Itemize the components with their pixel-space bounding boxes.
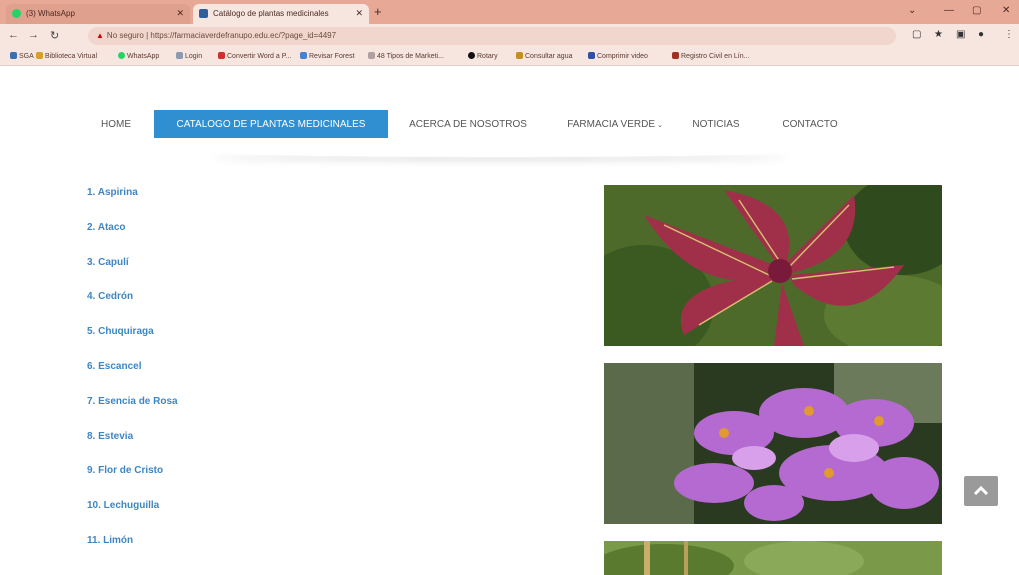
extension-square-icon[interactable]: ▢ bbox=[912, 29, 921, 40]
reload-icon[interactable]: ↻ bbox=[50, 29, 59, 42]
kebab-menu-icon[interactable]: ⋮ bbox=[1004, 29, 1014, 40]
nav-noticias[interactable]: NOTICIAS bbox=[684, 110, 748, 138]
plant-image-orchid bbox=[604, 363, 942, 524]
plant-image-capuli bbox=[604, 541, 942, 575]
site-navigation: HOME CATALOGO DE PLANTAS MEDICINALES ACE… bbox=[0, 66, 1019, 154]
bookmarks-bar: SGA Biblioteca Virtual WhatsApp Login Co… bbox=[0, 48, 1019, 66]
plant-link[interactable]: 4. Cedrón bbox=[87, 291, 178, 326]
security-label: No seguro bbox=[106, 31, 144, 40]
plant-link[interactable]: 3. Capulí bbox=[87, 257, 178, 292]
tab-title: Catálogo de plantas medicinales bbox=[213, 9, 329, 18]
plant-image-ataco bbox=[604, 185, 942, 346]
bookmark-item[interactable]: Biblioteca Virtual bbox=[36, 52, 97, 60]
bookmark-item[interactable]: Registro Civil en Lín... bbox=[672, 52, 749, 60]
close-icon[interactable]: ✕ bbox=[176, 8, 184, 19]
minimize-button[interactable]: — bbox=[944, 5, 954, 16]
address-bar-row: ← → ↻ ▲ No seguro | https://farmaciaverde… bbox=[0, 24, 1019, 48]
tab-search-icon[interactable]: ⌄ bbox=[908, 5, 916, 16]
profile-avatar-icon[interactable]: ● bbox=[978, 29, 984, 40]
warning-icon: ▲ bbox=[96, 31, 104, 40]
close-icon[interactable]: ✕ bbox=[355, 8, 363, 19]
tab-whatsapp[interactable]: (3) WhatsApp ✕ bbox=[6, 4, 190, 24]
close-window-button[interactable]: ✕ bbox=[1002, 5, 1010, 16]
bookmark-item[interactable]: WhatsApp bbox=[118, 52, 159, 60]
bookmark-item[interactable]: Rotary bbox=[468, 52, 498, 60]
url-field[interactable]: ▲ No seguro | https://farmaciaverdefranup… bbox=[88, 27, 896, 45]
bookmark-item[interactable]: SGA bbox=[10, 52, 34, 60]
plant-link[interactable]: 6. Escancel bbox=[87, 361, 178, 396]
bookmark-item[interactable]: 48 Tipos de Marketi... bbox=[368, 52, 444, 60]
tab-title: (3) WhatsApp bbox=[26, 9, 75, 18]
chevron-up-icon bbox=[973, 485, 989, 496]
plant-link[interactable]: 9. Flor de Cristo bbox=[87, 465, 178, 500]
bookmark-item[interactable]: Revisar Forest bbox=[300, 52, 355, 60]
plant-link[interactable]: 7. Esencia de Rosa bbox=[87, 396, 178, 431]
bookmark-item[interactable]: Comprimir video bbox=[588, 52, 648, 60]
plant-link[interactable]: 2. Ataco bbox=[87, 222, 178, 257]
forward-icon[interactable]: → bbox=[28, 29, 39, 41]
plant-link[interactable]: 10. Lechuguilla bbox=[87, 500, 178, 535]
nav-farmacia-label: FARMACIA VERDE bbox=[567, 119, 655, 130]
tab-catalogo[interactable]: Catálogo de plantas medicinales ✕ bbox=[193, 4, 369, 24]
nav-contacto[interactable]: CONTACTO bbox=[768, 110, 852, 138]
bookmark-item[interactable]: Convertir Word a P... bbox=[218, 52, 291, 60]
back-to-top-button[interactable] bbox=[964, 476, 998, 506]
plant-link[interactable]: 11. Limón bbox=[87, 535, 178, 570]
url-text: https://farmaciaverdefranupo.edu.ec/?pag… bbox=[150, 31, 337, 40]
nav-catalogo[interactable]: CATALOGO DE PLANTAS MEDICINALES bbox=[154, 110, 388, 138]
bookmark-star-icon[interactable]: ★ bbox=[934, 29, 943, 40]
menu-shadow-divider bbox=[210, 147, 790, 157]
maximize-button[interactable]: ▢ bbox=[972, 5, 981, 16]
plant-link[interactable]: 1. Aspirina bbox=[87, 187, 178, 222]
back-icon[interactable]: ← bbox=[8, 29, 19, 41]
page-favicon-icon bbox=[199, 9, 208, 18]
nav-home[interactable]: HOME bbox=[92, 110, 140, 138]
bookmark-item[interactable]: Login bbox=[176, 52, 202, 60]
chevron-down-icon: ⌄ bbox=[655, 122, 663, 129]
plant-link[interactable]: 8. Estevia bbox=[87, 431, 178, 466]
browser-tab-bar: (3) WhatsApp ✕ Catálogo de plantas medic… bbox=[0, 0, 1019, 24]
new-tab-button[interactable]: + bbox=[374, 4, 382, 19]
bookmark-item[interactable]: Consultar agua bbox=[516, 52, 572, 60]
nav-farmacia-verde[interactable]: FARMACIA VERDE ⌄ bbox=[556, 110, 674, 138]
plant-list: 1. Aspirina 2. Ataco 3. Capulí 4. Cedrón… bbox=[87, 187, 178, 570]
whatsapp-icon bbox=[12, 9, 21, 18]
plant-link[interactable]: 5. Chuquiraga bbox=[87, 326, 178, 361]
nav-acerca[interactable]: ACERCA DE NOSOTROS bbox=[398, 110, 538, 138]
sidebar-icon[interactable]: ▣ bbox=[956, 29, 965, 40]
